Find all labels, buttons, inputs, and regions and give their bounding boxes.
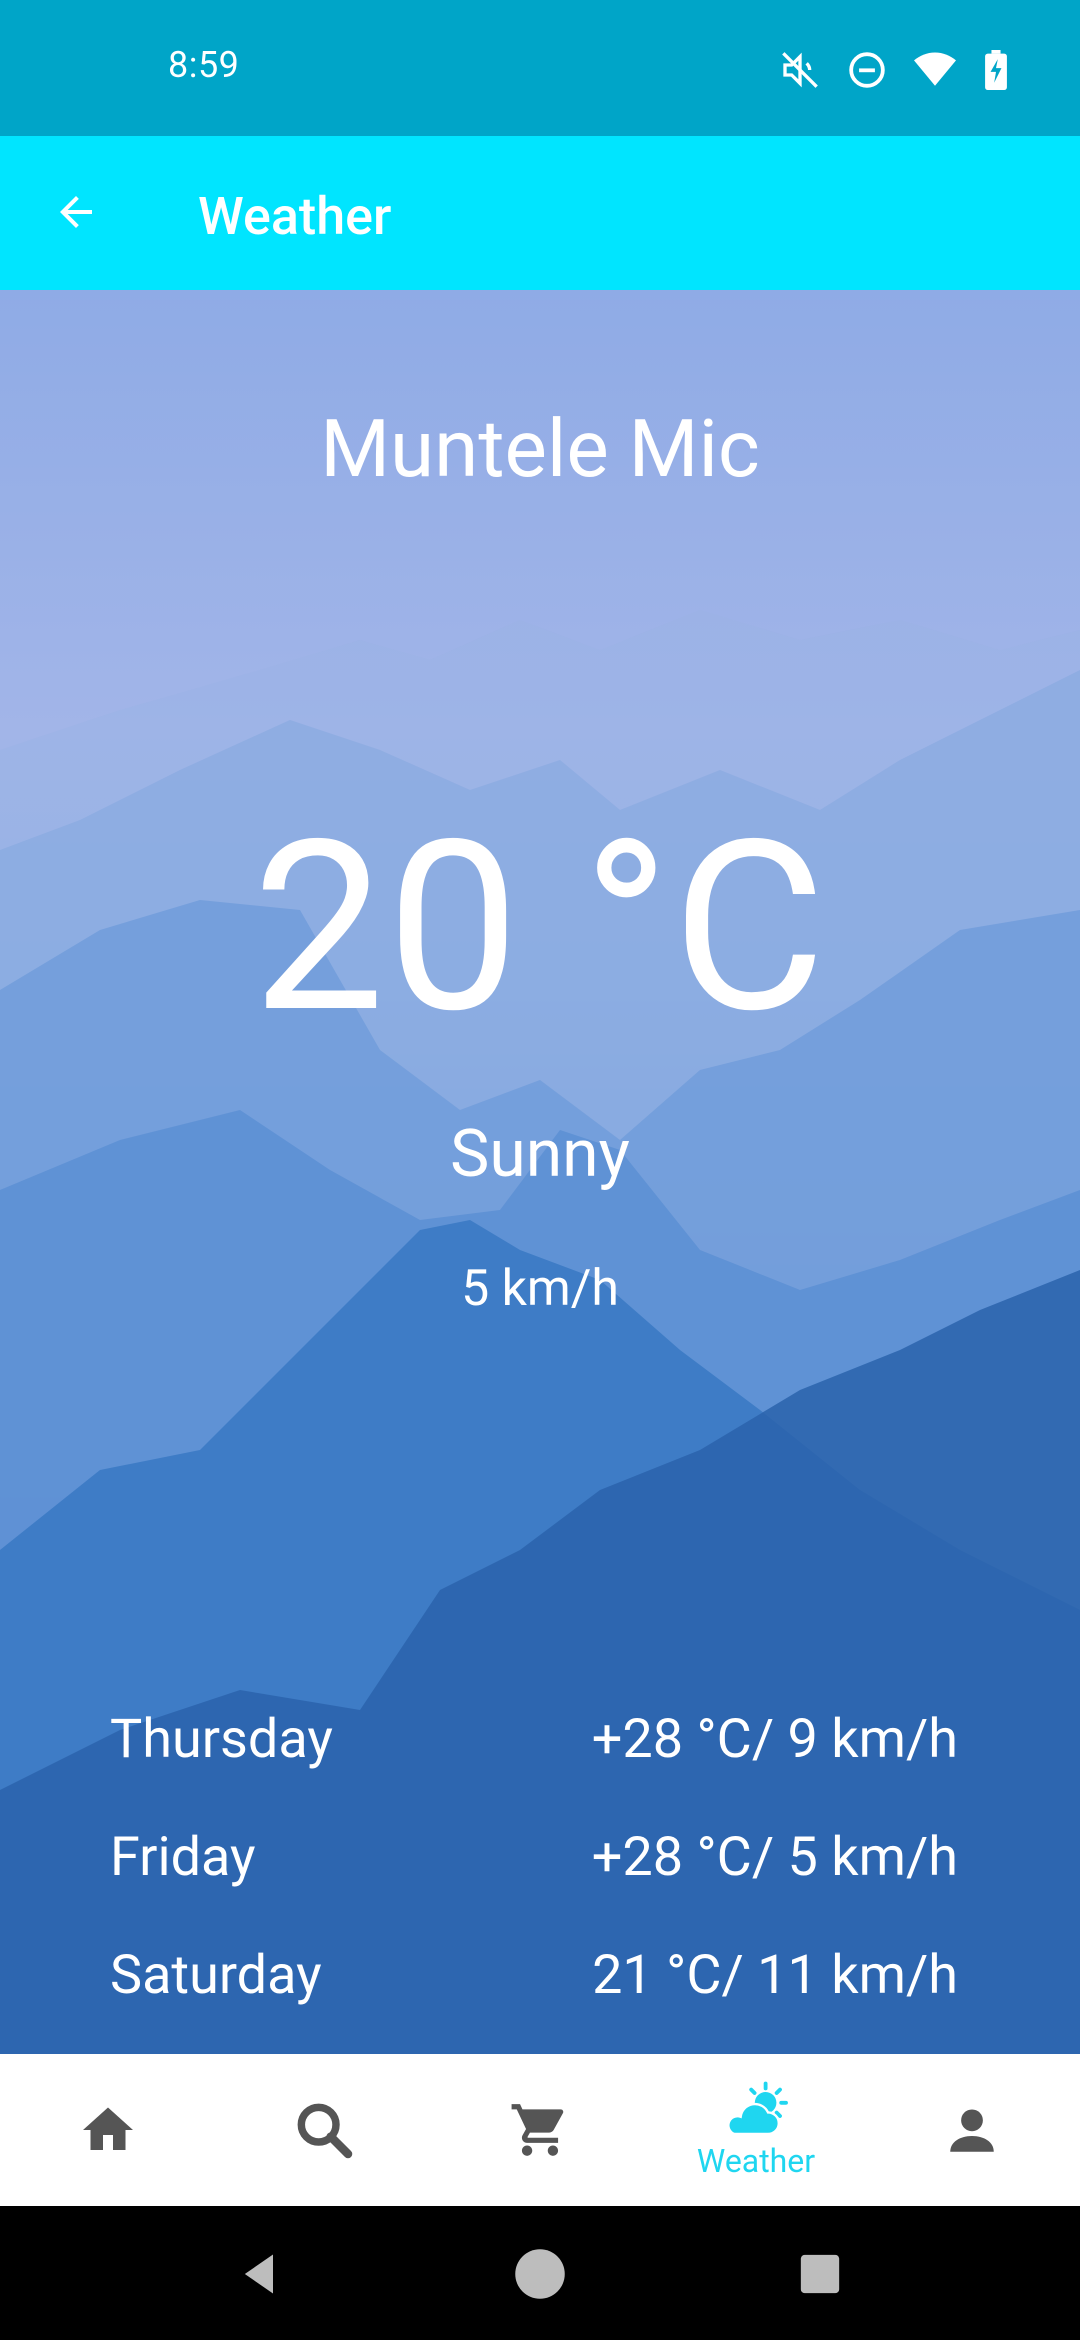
bottom-navigation: Weather <box>0 2054 1080 2206</box>
nav-home[interactable] <box>0 2054 216 2206</box>
system-navigation-bar <box>0 2206 1080 2340</box>
forecast-row: Saturday 21 °C/ 11 km/h <box>110 1916 958 2034</box>
person-icon <box>950 2109 994 2152</box>
forecast-value: 21 °C/ 11 km/h <box>592 1943 958 2007</box>
city-name: Muntele Mic <box>320 402 760 496</box>
forecast-list: Thursday +28 °C/ 9 km/h Friday +28 °C/ 5… <box>110 1680 958 2034</box>
app-bar: Weather <box>0 136 1080 290</box>
status-bar: 8:59 <box>0 0 1080 136</box>
weather-content: Muntele Mic 20 °C Sunny 5 km/h Thursday … <box>0 290 1080 2054</box>
dnd-icon <box>849 52 885 88</box>
forecast-day: Saturday <box>110 1943 322 2007</box>
square-recents-icon <box>800 2254 840 2294</box>
triangle-back-icon <box>244 2254 273 2294</box>
current-temperature: 20 °C <box>252 789 828 1066</box>
weather-condition: Sunny <box>450 1116 630 1193</box>
forecast-day: Thursday <box>110 1707 333 1771</box>
cart-icon <box>511 2104 564 2156</box>
status-icons <box>780 48 1008 92</box>
search-icon <box>297 2103 353 2159</box>
system-back-button[interactable] <box>228 2242 292 2306</box>
forecast-day: Friday <box>110 1825 256 1889</box>
system-home-button[interactable] <box>508 2242 572 2306</box>
wifi-icon <box>914 52 956 86</box>
nav-weather-label: Weather <box>696 2142 816 2180</box>
battery-charging-icon <box>985 50 1007 90</box>
forecast-value: +28 °C/ 5 km/h <box>591 1825 958 1889</box>
nav-weather[interactable]: Weather <box>648 2054 864 2206</box>
weather-icon <box>727 2081 788 2136</box>
home-icon <box>83 2107 133 2150</box>
system-recents-button[interactable] <box>788 2242 852 2306</box>
circle-home-icon <box>515 2249 565 2299</box>
nav-search[interactable] <box>216 2054 432 2206</box>
page-title: Weather <box>198 186 392 247</box>
wind-speed: 5 km/h <box>461 1260 619 1318</box>
back-button[interactable] <box>40 176 112 248</box>
forecast-row: Thursday +28 °C/ 9 km/h <box>110 1680 958 1798</box>
nav-cart[interactable] <box>432 2054 648 2206</box>
forecast-value: +28 °C/ 9 km/h <box>591 1707 958 1771</box>
nav-profile[interactable] <box>864 2054 1080 2206</box>
arrow-left-icon <box>60 196 92 228</box>
status-time: 8:59 <box>168 44 240 86</box>
forecast-row: Friday +28 °C/ 5 km/h <box>110 1798 958 1916</box>
mute-icon <box>782 52 818 88</box>
